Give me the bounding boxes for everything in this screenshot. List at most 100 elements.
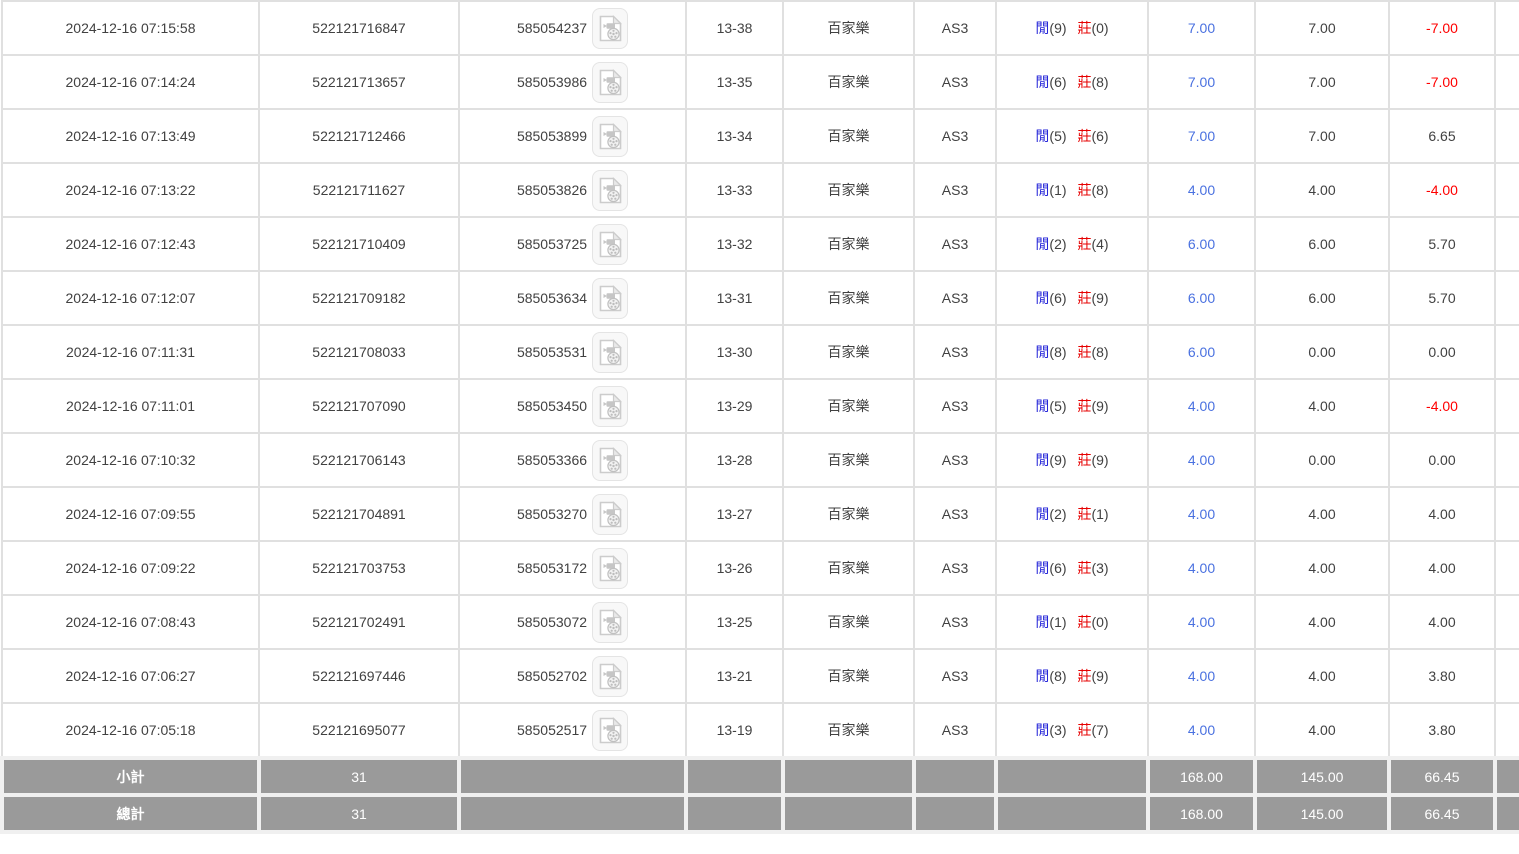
game-result: 閒(9) 莊(0) <box>996 1 1148 55</box>
bet-amount-link[interactable]: 4.00 <box>1188 722 1215 738</box>
video-replay-button[interactable] <box>592 170 628 211</box>
bet-amount-link[interactable]: 7.00 <box>1188 20 1215 36</box>
bet-number: 522121710409 <box>259 217 459 271</box>
player-score: (2) <box>1049 236 1066 252</box>
bet-time: 2024-12-16 07:11:01 <box>2 379 259 433</box>
game-result: 閒(6) 莊(3) <box>996 541 1148 595</box>
player-label: 閒 <box>1035 722 1049 738</box>
valid-bet-amount: 4.00 <box>1255 379 1389 433</box>
bet-amount-cell: 4.00 <box>1148 379 1255 433</box>
video-replay-button[interactable] <box>592 116 628 157</box>
video-replay-button[interactable] <box>592 278 628 319</box>
table-code: AS3 <box>914 433 996 487</box>
banker-label: 莊 <box>1077 560 1091 576</box>
empty-cell <box>1495 271 1519 325</box>
video-replay-icon <box>599 69 622 96</box>
game-type: 百家樂 <box>783 433 914 487</box>
video-replay-button[interactable] <box>592 8 628 49</box>
player-label: 閒 <box>1035 182 1049 198</box>
banker-score: (3) <box>1091 560 1108 576</box>
empty-cell <box>1495 541 1519 595</box>
bet-amount-link[interactable]: 7.00 <box>1188 74 1215 90</box>
bet-time: 2024-12-16 07:13:22 <box>2 163 259 217</box>
win-loss-amount: 0.00 <box>1389 433 1495 487</box>
video-replay-button[interactable] <box>592 656 628 697</box>
bet-amount-cell: 6.00 <box>1148 217 1255 271</box>
game-type: 百家樂 <box>783 649 914 703</box>
bet-amount-link[interactable]: 4.00 <box>1188 398 1215 414</box>
bet-amount-link[interactable]: 4.00 <box>1188 614 1215 630</box>
banker-label: 莊 <box>1077 722 1091 738</box>
valid-bet-amount: 4.00 <box>1255 649 1389 703</box>
valid-bet-amount: 7.00 <box>1255 1 1389 55</box>
summary-valid-amount: 145.00 <box>1255 795 1389 832</box>
bet-amount-link[interactable]: 4.00 <box>1188 182 1215 198</box>
game-number: 585053366 <box>517 452 587 468</box>
valid-bet-amount: 4.00 <box>1255 541 1389 595</box>
empty-cell <box>1495 109 1519 163</box>
player-score: (3) <box>1049 722 1066 738</box>
banker-score: (9) <box>1091 668 1108 684</box>
game-type: 百家樂 <box>783 1 914 55</box>
bet-amount-link[interactable]: 6.00 <box>1188 344 1215 360</box>
bet-amount-link[interactable]: 6.00 <box>1188 290 1215 306</box>
win-loss-amount: 0.00 <box>1389 325 1495 379</box>
win-loss-amount: -7.00 <box>1389 55 1495 109</box>
video-replay-icon <box>599 555 622 582</box>
bet-amount-link[interactable]: 4.00 <box>1188 506 1215 522</box>
banker-score: (9) <box>1091 398 1108 414</box>
table-row: 2024-12-16 07:13:49 522121712466 5850538… <box>2 109 1519 163</box>
table-code: AS3 <box>914 325 996 379</box>
empty-cell <box>1495 1 1519 55</box>
table-row: 2024-12-16 07:15:58 522121716847 5850542… <box>2 1 1519 55</box>
banker-label: 莊 <box>1077 236 1091 252</box>
video-replay-button[interactable] <box>592 332 628 373</box>
empty-cell <box>1495 487 1519 541</box>
bet-time: 2024-12-16 07:12:07 <box>2 271 259 325</box>
game-number-cell: 585053826 <box>459 163 686 217</box>
player-score: (6) <box>1049 560 1066 576</box>
game-result: 閒(2) 莊(4) <box>996 217 1148 271</box>
video-replay-button[interactable] <box>592 710 628 751</box>
game-number-cell: 585053270 <box>459 487 686 541</box>
table-code: AS3 <box>914 163 996 217</box>
summary-bet-count: 31 <box>259 758 459 795</box>
game-number: 585053531 <box>517 344 587 360</box>
bet-amount-link[interactable]: 6.00 <box>1188 236 1215 252</box>
video-replay-icon <box>599 393 622 420</box>
win-loss-amount: 4.00 <box>1389 595 1495 649</box>
bet-amount-link[interactable]: 4.00 <box>1188 560 1215 576</box>
video-replay-button[interactable] <box>592 548 628 589</box>
table-round: 13-33 <box>686 163 783 217</box>
valid-bet-amount: 4.00 <box>1255 703 1389 758</box>
player-label: 閒 <box>1035 398 1049 414</box>
video-replay-button[interactable] <box>592 224 628 265</box>
win-loss-amount: -4.00 <box>1389 379 1495 433</box>
video-replay-button[interactable] <box>592 602 628 643</box>
empty-cell <box>1495 433 1519 487</box>
game-number: 585053725 <box>517 236 587 252</box>
player-score: (8) <box>1049 344 1066 360</box>
bet-amount-link[interactable]: 7.00 <box>1188 128 1215 144</box>
bet-amount-cell: 4.00 <box>1148 649 1255 703</box>
game-number: 585053270 <box>517 506 587 522</box>
video-replay-button[interactable] <box>592 386 628 427</box>
video-replay-button[interactable] <box>592 494 628 535</box>
bet-amount-link[interactable]: 4.00 <box>1188 668 1215 684</box>
table-round: 13-31 <box>686 271 783 325</box>
video-replay-button[interactable] <box>592 62 628 103</box>
valid-bet-amount: 6.00 <box>1255 271 1389 325</box>
table-row: 2024-12-16 07:08:43 522121702491 5850530… <box>2 595 1519 649</box>
win-loss-amount: 3.80 <box>1389 703 1495 758</box>
table-round: 13-30 <box>686 325 783 379</box>
game-result: 閒(5) 莊(6) <box>996 109 1148 163</box>
video-replay-button[interactable] <box>592 440 628 481</box>
bet-amount-link[interactable]: 4.00 <box>1188 452 1215 468</box>
game-result: 閒(6) 莊(9) <box>996 271 1148 325</box>
player-label: 閒 <box>1035 506 1049 522</box>
win-loss-amount: 3.80 <box>1389 649 1495 703</box>
bet-number: 522121713657 <box>259 55 459 109</box>
table-row: 2024-12-16 07:12:43 522121710409 5850537… <box>2 217 1519 271</box>
game-result: 閒(6) 莊(8) <box>996 55 1148 109</box>
bet-time: 2024-12-16 07:09:55 <box>2 487 259 541</box>
